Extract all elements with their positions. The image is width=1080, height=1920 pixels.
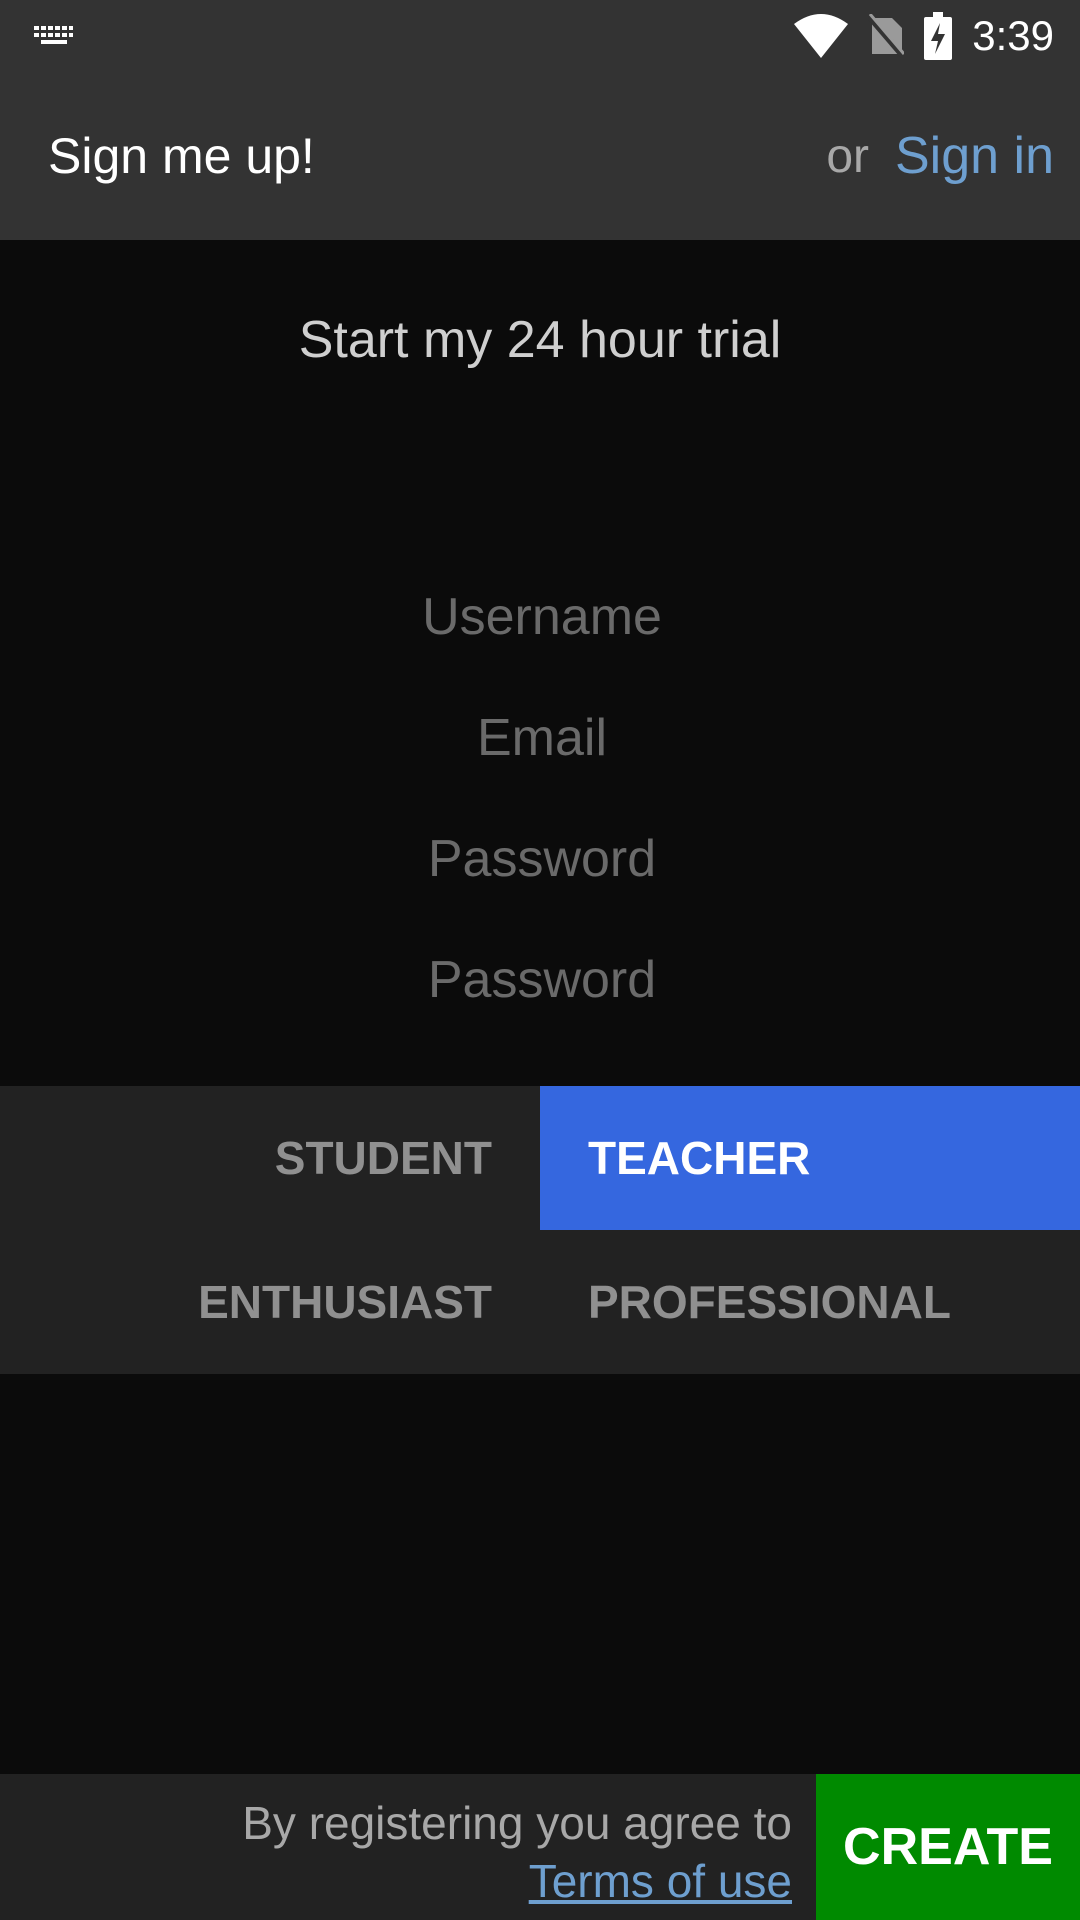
battery-charging-icon	[924, 12, 953, 60]
email-input[interactable]	[240, 687, 844, 789]
no-sim-icon	[868, 14, 905, 58]
role-selector: STUDENT TEACHER ENTHUSIAST PROFESSIONAL	[0, 1086, 1080, 1374]
keyboard-icon	[34, 26, 73, 44]
username-input[interactable]	[240, 566, 844, 668]
role-label: ENTHUSIAST	[198, 1276, 492, 1328]
status-icons: 3:39	[794, 0, 1054, 72]
password-input[interactable]	[240, 808, 844, 910]
or-label: or	[826, 129, 869, 183]
terms-notice: By registering you agree to Terms of use	[242, 1794, 792, 1910]
role-teacher[interactable]: TEACHER	[540, 1086, 1080, 1230]
sign-in-area: or Sign in	[826, 72, 1054, 240]
role-student[interactable]: STUDENT	[0, 1086, 540, 1230]
status-time: 3:39	[972, 12, 1054, 59]
app-bar: Sign me up! or Sign in	[0, 72, 1080, 240]
password-confirm-input[interactable]	[240, 929, 844, 1031]
status-bar: 3:39	[0, 0, 1080, 72]
role-label: STUDENT	[274, 1132, 492, 1184]
create-button[interactable]: CREATE	[816, 1774, 1080, 1920]
role-label: PROFESSIONAL	[588, 1276, 951, 1328]
footer: By registering you agree to Terms of use…	[0, 1774, 1080, 1920]
page-title: Sign me up!	[48, 128, 315, 184]
wifi-icon	[794, 14, 849, 58]
role-label: TEACHER	[588, 1132, 811, 1184]
role-professional[interactable]: PROFESSIONAL	[540, 1230, 1080, 1374]
terms-of-use-link[interactable]: Terms of use	[529, 1855, 792, 1907]
role-enthusiast[interactable]: ENTHUSIAST	[0, 1230, 540, 1374]
agree-text: By registering you agree to	[242, 1797, 792, 1849]
sign-in-link[interactable]: Sign in	[895, 126, 1054, 186]
trial-heading: Start my 24 hour trial	[298, 311, 782, 369]
